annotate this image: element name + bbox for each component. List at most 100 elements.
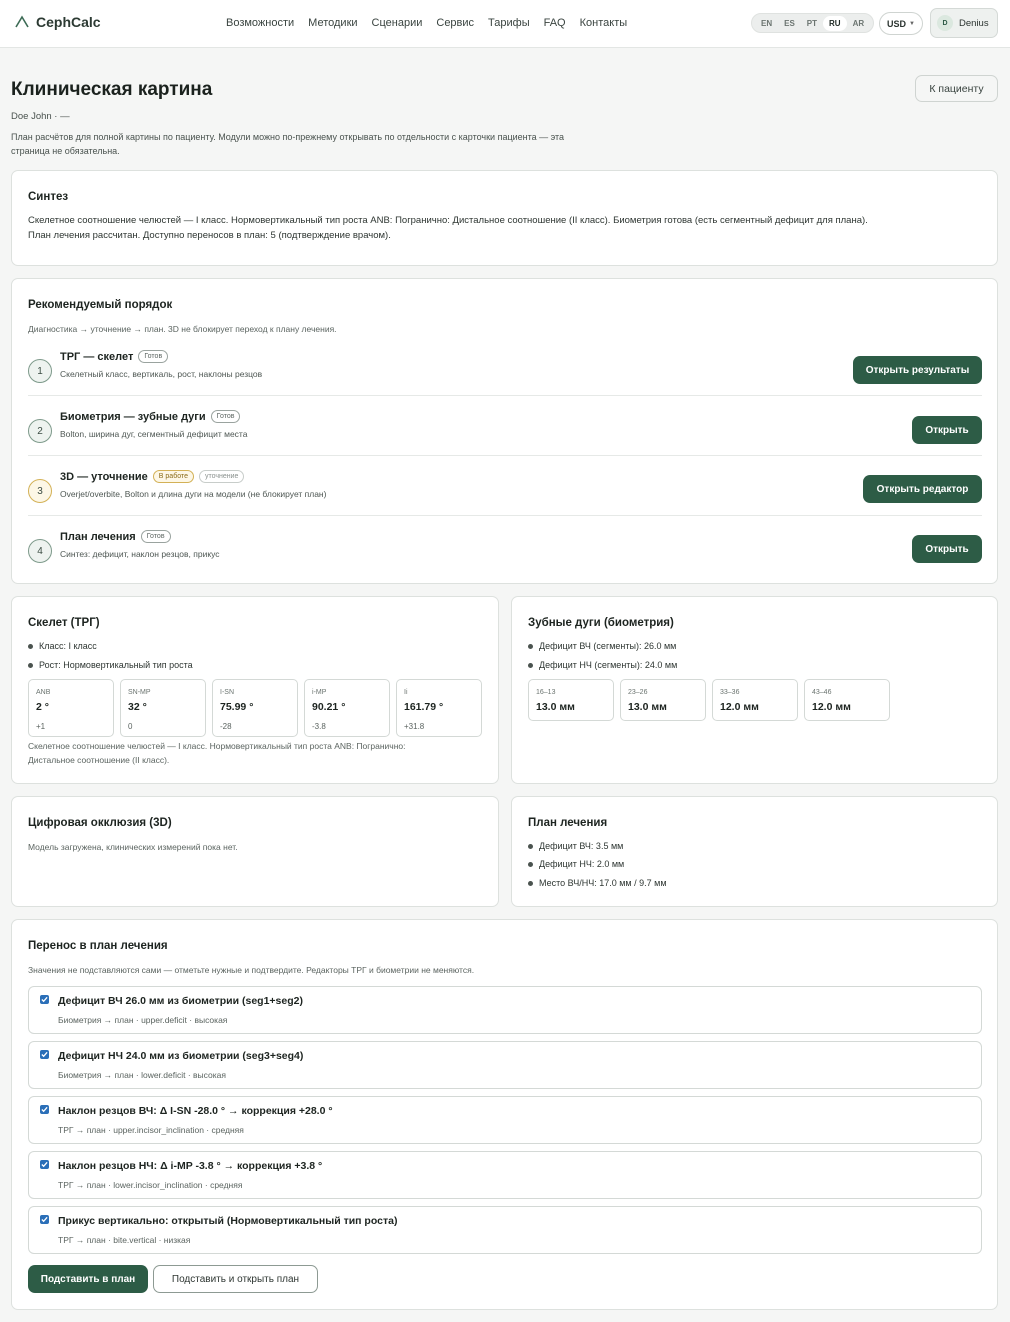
lang-ar[interactable]: AR — [847, 16, 871, 31]
synthesis-line-1: Скелетное соотношение челюстей — I класс… — [28, 215, 868, 226]
upper-deficit: Дефицит ВЧ (сегменты): 26.0 мм — [528, 641, 676, 651]
transfer-item-source: ТРГ → план · lower.incisor_inclination ·… — [58, 1180, 243, 1190]
segment-43-46: 43–46 12.0 мм — [804, 679, 890, 721]
synthesis-title: Синтез — [28, 191, 69, 203]
apply-and-open-plan-button[interactable]: Подставить и открыть план — [153, 1265, 318, 1293]
occlusion-text: Модель загружена, клинических измерений … — [28, 842, 238, 852]
plan-card: План лечения Дефицит ВЧ: 3.5 мм Дефицит … — [511, 796, 998, 907]
lang-pt[interactable]: PT — [801, 16, 823, 31]
checkbox[interactable] — [40, 1050, 49, 1059]
lang-es[interactable]: ES — [778, 16, 801, 31]
brand-name: CephCalc — [36, 14, 101, 30]
segment-23-26: 23–26 13.0 мм — [620, 679, 706, 721]
divider — [28, 515, 982, 516]
refinement-badge: уточнение — [198, 470, 245, 483]
transfer-item-source: Биометрия → план · upper.deficit · высок… — [58, 1015, 228, 1025]
transfer-item-source: ТРГ → план · bite.vertical · низкая — [58, 1235, 191, 1245]
divider — [28, 455, 982, 456]
step-description: Overjet/overbite, Bolton и длина дуги на… — [60, 489, 327, 499]
user-menu[interactable]: D Denius — [930, 8, 998, 38]
metric-ii: Ii 161.79 ° +31.8 — [396, 679, 482, 737]
step-description: Bolton, ширина дуг, сегментный дефицит м… — [60, 429, 248, 439]
check-icon — [41, 1051, 48, 1058]
transfer-subtitle: Значения не подставляются сами — отметьт… — [28, 965, 475, 975]
step-number: 3 — [28, 479, 52, 503]
language-switcher: EN ES PT RU AR — [751, 13, 875, 33]
plan-title: План лечения — [528, 817, 608, 829]
check-icon — [41, 1161, 48, 1168]
arches-title: Зубные дуги (биометрия) — [528, 617, 674, 629]
transfer-item-source: ТРГ → план · upper.incisor_inclination ·… — [58, 1125, 244, 1135]
transfer-item-title: Наклон резцов НЧ: Δ i-MP -3.8 ° → коррек… — [58, 1160, 323, 1172]
apply-to-plan-button[interactable]: Подставить в план — [28, 1265, 148, 1293]
nav-pricing[interactable]: Тарифы — [488, 17, 530, 29]
transfer-item-title: Дефицит НЧ 24.0 мм из биометрии (seg3+se… — [58, 1050, 304, 1062]
nav-faq[interactable]: FAQ — [544, 17, 566, 29]
order-title: Рекомендуемый порядок — [28, 299, 173, 311]
avatar: D — [937, 15, 953, 31]
step-trg: 1 ТРГ — скелет Готов Скелетный класс, вер… — [28, 341, 982, 401]
nav-methods[interactable]: Методики — [308, 17, 357, 29]
step-title: Биометрия — зубные дуги — [60, 410, 206, 423]
transfer-item-source: Биометрия → план · lower.deficit · высок… — [58, 1070, 226, 1080]
step-3d: 3 3D — уточнение В работе уточнение Overje… — [28, 461, 982, 521]
transfer-item-upper-deficit[interactable]: Дефицит ВЧ 26.0 мм из биометрии (seg1+se… — [28, 986, 982, 1034]
checkbox[interactable] — [40, 1105, 49, 1114]
currency-value: USD — [887, 18, 907, 29]
status-badge: Готов — [140, 530, 171, 543]
metric-sn-mp: SN-MP 32 ° 0 — [120, 679, 206, 737]
check-icon — [41, 1216, 48, 1223]
lang-ru[interactable]: RU — [823, 15, 847, 31]
metric-i-sn: I-SN 75.99 ° -28 — [212, 679, 298, 737]
recommended-order-card: Рекомендуемый порядок Диагностика → уточ… — [11, 278, 998, 584]
segment-16-13: 16–13 13.0 мм — [528, 679, 614, 721]
nav-features[interactable]: Возможности — [226, 17, 294, 29]
top-bar: CephCalc Возможности Методики Сценарии С… — [0, 0, 1010, 48]
logo-icon — [15, 15, 29, 28]
transfer-item-vertical-bite[interactable]: Прикус вертикально: открытый (Нормоверти… — [28, 1206, 982, 1254]
lower-deficit: Дефицит НЧ (сегменты): 24.0 мм — [528, 660, 677, 670]
nav-contacts[interactable]: Контакты — [580, 17, 628, 29]
checkbox[interactable] — [40, 995, 49, 1004]
caret-down-icon: ▼ — [909, 20, 915, 27]
step-title: 3D — уточнение — [60, 470, 148, 483]
check-icon — [41, 996, 48, 1003]
open-plan-button[interactable]: Открыть — [912, 535, 982, 563]
transfer-item-lower-incisor[interactable]: Наклон резцов НЧ: Δ i-MP -3.8 ° → коррек… — [28, 1151, 982, 1199]
step-biometry: 2 Биометрия — зубные дуги Готов Bolton, ш… — [28, 401, 982, 461]
currency-select[interactable]: USD ▼ — [879, 12, 923, 35]
open-biometry-button[interactable]: Открыть — [912, 416, 982, 444]
transfer-card: Перенос в план лечения Значения не подст… — [11, 919, 998, 1310]
transfer-item-lower-deficit[interactable]: Дефицит НЧ 24.0 мм из биометрии (seg3+se… — [28, 1041, 982, 1089]
step-description: Синтез: дефицит, наклон резцов, прикус — [60, 549, 220, 559]
transfer-title: Перенос в план лечения — [28, 940, 168, 952]
open-results-button[interactable]: Открыть результаты — [853, 356, 982, 384]
occlusion-title: Цифровая окклюзия (3D) — [28, 817, 172, 829]
patient-name: Doe John · — — [11, 111, 70, 122]
skeleton-growth: Рост: Нормовертикальный тип роста — [28, 660, 193, 670]
occlusion-card: Цифровая окклюзия (3D) Модель загружена,… — [11, 796, 499, 907]
open-editor-button[interactable]: Открыть редактор — [863, 475, 982, 503]
skeleton-card: Скелет (ТРГ) Класс: I класс Рост: Нормов… — [11, 596, 499, 784]
synthesis-card: Синтез Скелетное соотношение челюстей — … — [11, 170, 998, 266]
step-number: 1 — [28, 359, 52, 383]
status-badge: Готов — [138, 350, 169, 363]
skeleton-title: Скелет (ТРГ) — [28, 617, 100, 629]
step-title: План лечения — [60, 530, 136, 543]
checkbox[interactable] — [40, 1215, 49, 1224]
skeleton-summary-2: Дистальное соотношение (II класс). — [28, 755, 170, 765]
step-treatment-plan: 4 План лечения Готов Синтез: дефицит, нак… — [28, 521, 982, 581]
checkbox[interactable] — [40, 1160, 49, 1169]
page-intro: План расчётов для полной картины по паци… — [11, 132, 565, 156]
back-to-patient-button[interactable]: К пациенту — [915, 75, 998, 102]
transfer-item-title: Прикус вертикально: открытый (Нормоверти… — [58, 1215, 398, 1227]
step-title: ТРГ — скелет — [60, 350, 134, 363]
brand-logo[interactable]: CephCalc — [14, 14, 101, 30]
nav-service[interactable]: Сервис — [436, 17, 474, 29]
skeleton-class: Класс: I класс — [28, 641, 97, 651]
nav-scenarios[interactable]: Сценарии — [372, 17, 423, 29]
skeleton-summary-1: Скелетное соотношение челюстей — I класс… — [28, 741, 406, 751]
arches-card: Зубные дуги (биометрия) Дефицит ВЧ (сегм… — [511, 596, 998, 784]
transfer-item-upper-incisor[interactable]: Наклон резцов ВЧ: Δ I-SN -28.0 ° → корре… — [28, 1096, 982, 1144]
lang-en[interactable]: EN — [755, 16, 778, 31]
